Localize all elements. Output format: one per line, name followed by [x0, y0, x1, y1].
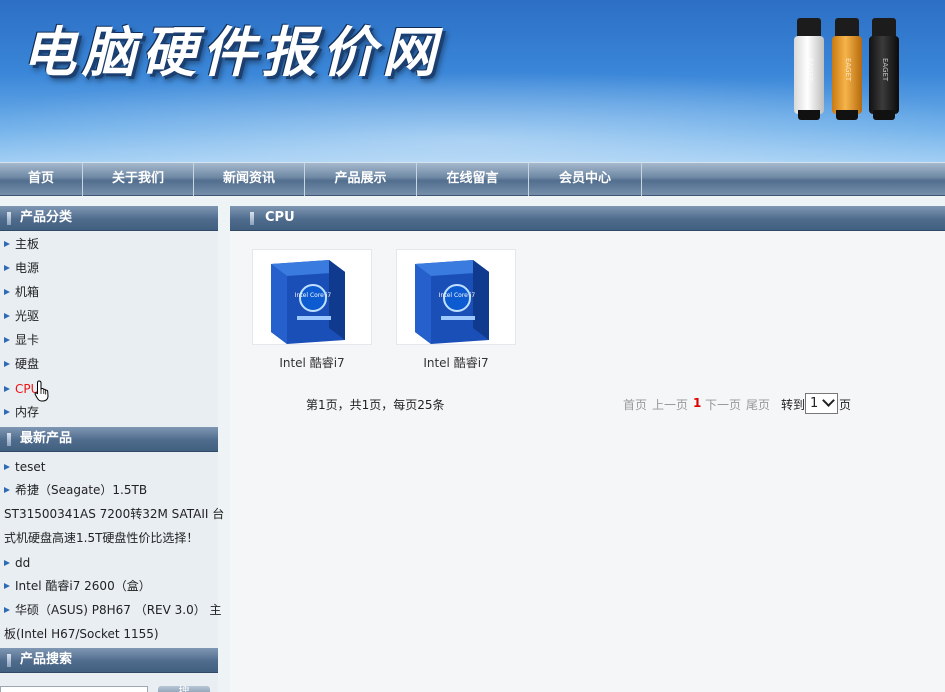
- usb-drive-black: EAGET: [869, 18, 899, 122]
- arrow-bullet-icon: [4, 408, 10, 415]
- latest-product-text: Intel 酷睿i7 2600（盒）: [15, 579, 151, 593]
- page-suffix: 页: [839, 398, 852, 412]
- latest-product-text-cont[interactable]: 板(Intel H67/Socket 1155): [4, 622, 159, 646]
- pagination-info: 第1页，共1页，每页25条: [306, 398, 445, 412]
- pagination-first[interactable]: 首页: [623, 396, 647, 413]
- category-item[interactable]: 光驱: [4, 305, 39, 327]
- product-image[interactable]: Intel Core i7: [252, 249, 372, 345]
- category-title: 产品分类: [20, 210, 73, 225]
- chevron-down-icon: [822, 394, 835, 407]
- category-label: 电源: [15, 261, 40, 275]
- pagination-current: 1: [693, 396, 702, 410]
- arrow-bullet-icon: [4, 582, 10, 589]
- section-title: CPU: [265, 210, 295, 225]
- usb-drive-orange: EAGET: [832, 18, 862, 122]
- bar-marker-icon: [250, 212, 254, 225]
- category-label: 机箱: [15, 285, 40, 299]
- latest-products-header: 最新产品: [0, 427, 218, 452]
- arrow-bullet-icon: [4, 559, 10, 566]
- category-item[interactable]: 内存: [4, 401, 39, 423]
- main-nav: 首页 关于我们 新闻资讯 产品展示 在线留言 会员中心: [0, 162, 945, 196]
- category-item[interactable]: 机箱: [4, 281, 39, 303]
- nav-guestbook[interactable]: 在线留言: [417, 163, 529, 196]
- product-name[interactable]: Intel 酷睿i7: [252, 354, 372, 371]
- pagination-next[interactable]: 下一页: [705, 396, 741, 413]
- latest-product-text: teset: [15, 460, 46, 474]
- header-banner: 电脑硬件报价网 EAGET EAGET EAGET: [0, 0, 945, 162]
- arrow-bullet-icon: [4, 360, 10, 367]
- cpu-box-icon: Intel Core i7: [271, 260, 345, 344]
- category-item[interactable]: 主板: [4, 233, 39, 255]
- nav-products[interactable]: 产品展示: [305, 163, 417, 196]
- arrow-bullet-icon: [4, 385, 10, 392]
- search-button[interactable]: 搜: [158, 686, 210, 692]
- nav-home[interactable]: 首页: [0, 163, 83, 196]
- latest-product-text: 希捷（Seagate）1.5TB: [15, 483, 148, 497]
- latest-product-text-cont[interactable]: ST31500341AS 7200转32M SATAII 台: [4, 502, 224, 526]
- nav-news[interactable]: 新闻资讯: [194, 163, 305, 196]
- arrow-bullet-icon: [4, 336, 10, 343]
- box-brand-text: Intel Core i7: [439, 292, 476, 299]
- usb-label: EAGET: [806, 58, 814, 82]
- category-label: 硬盘: [15, 357, 40, 371]
- usb-label: EAGET: [844, 58, 852, 82]
- latest-product-item[interactable]: Intel 酷睿i7 2600（盒）: [4, 574, 151, 598]
- latest-product-item[interactable]: teset: [4, 455, 45, 479]
- latest-product-text-cont[interactable]: 式机硬盘高速1.5T硬盘性价比选择！: [4, 526, 198, 550]
- hand-cursor-icon: [34, 380, 49, 402]
- box-brand-text: Intel Core i7: [295, 292, 332, 299]
- category-label: 显卡: [15, 333, 40, 347]
- category-item[interactable]: 电源: [4, 257, 39, 279]
- product-search-title: 产品搜索: [20, 652, 73, 667]
- latest-product-text: dd: [15, 556, 31, 570]
- search-input[interactable]: [0, 686, 148, 692]
- bar-marker-icon: [7, 433, 11, 446]
- latest-product-text: 华硕（ASUS) P8H67 （REV 3.0） 主: [15, 603, 222, 617]
- category-label: 光驱: [15, 309, 40, 323]
- latest-product-item[interactable]: 希捷（Seagate）1.5TB: [4, 478, 147, 502]
- section-header: CPU: [230, 206, 945, 231]
- arrow-bullet-icon: [4, 606, 10, 613]
- arrow-bullet-icon: [4, 312, 10, 319]
- usb-drive-silver: EAGET: [794, 18, 824, 122]
- product-search-header: 产品搜索: [0, 648, 218, 673]
- latest-products-title: 最新产品: [20, 431, 73, 446]
- bar-marker-icon: [7, 212, 11, 225]
- arrow-bullet-icon: [4, 486, 10, 493]
- latest-product-item[interactable]: 华硕（ASUS) P8H67 （REV 3.0） 主: [4, 598, 222, 622]
- cpu-box-icon: Intel Core i7: [415, 260, 489, 344]
- pagination-last[interactable]: 尾页: [746, 396, 770, 413]
- site-title: 电脑硬件报价网: [22, 21, 442, 84]
- arrow-bullet-icon: [4, 240, 10, 247]
- usb-drives-image: EAGET EAGET EAGET: [792, 18, 904, 122]
- product-name[interactable]: Intel 酷睿i7: [396, 354, 516, 371]
- category-item[interactable]: 硬盘: [4, 353, 39, 375]
- page-select-value: 1: [810, 396, 819, 411]
- pagination-prev[interactable]: 上一页: [652, 396, 688, 413]
- product-image[interactable]: Intel Core i7: [396, 249, 516, 345]
- category-label: 主板: [15, 237, 40, 251]
- nav-about[interactable]: 关于我们: [83, 163, 194, 196]
- arrow-bullet-icon: [4, 288, 10, 295]
- category-item[interactable]: 显卡: [4, 329, 39, 351]
- category-header: 产品分类: [0, 206, 218, 231]
- category-label: 内存: [15, 405, 40, 419]
- page-select[interactable]: 1: [805, 393, 838, 414]
- nav-member[interactable]: 会员中心: [529, 163, 642, 196]
- bar-marker-icon: [7, 654, 11, 667]
- goto-label: 转到: [781, 398, 806, 412]
- arrow-bullet-icon: [4, 463, 10, 470]
- arrow-bullet-icon: [4, 264, 10, 271]
- usb-label: EAGET: [881, 58, 889, 82]
- latest-product-item[interactable]: dd: [4, 551, 30, 575]
